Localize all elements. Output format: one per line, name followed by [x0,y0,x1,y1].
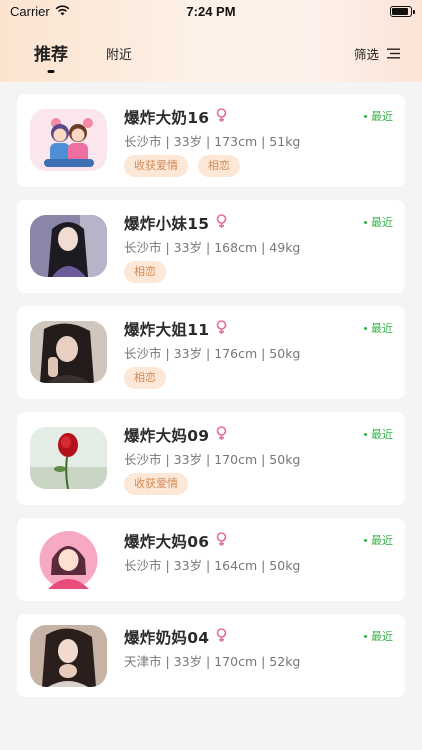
tab-bar: 推荐 附近 [34,40,132,73]
female-icon [215,627,228,647]
avatar [30,109,107,171]
tag-list: 相恋 [124,367,300,389]
woman-photo-icon [30,625,107,687]
status-bar: Carrier 7:24 PM [0,0,422,22]
online-status: 最近 [364,108,393,124]
user-name: 爆炸奶妈04 [124,629,210,647]
filter-button[interactable]: 筛选 [354,44,400,63]
user-details: 天津市 | 33岁 | 170cm | 52kg [124,654,301,669]
tag-list: 收获爱情 相恋 [124,155,300,177]
user-details: 长沙市 | 33岁 | 168cm | 49kg [124,240,301,255]
couple-illustration-icon [30,109,107,171]
female-icon [215,107,228,127]
tag: 收获爱情 [124,473,188,495]
status-time: 7:24 PM [186,3,236,19]
filter-label: 筛选 [353,48,379,62]
avatar [30,427,107,489]
tag: 收获爱情 [124,155,188,177]
user-details: 长沙市 | 33岁 | 173cm | 51kg [124,134,301,149]
online-status: 最近 [364,532,393,548]
user-name: 爆炸大姐11 [124,321,210,339]
tag: 相恋 [198,155,240,177]
status-dot-icon [364,538,367,542]
wifi-icon [55,4,70,19]
tab-recommended[interactable]: 推荐 [34,40,68,73]
user-card[interactable]: 爆炸大妈06 长沙市 | 33岁 | 164cm | 50kg 最近 [17,518,405,601]
user-name: 爆炸大妈06 [124,533,210,551]
menu-lines-icon [387,44,400,63]
woman-photo-icon [30,321,107,383]
female-icon [215,213,228,233]
status-dot-icon [364,220,367,224]
tag-list: 收获爱情 [124,473,300,495]
online-status: 最近 [364,628,393,644]
female-icon [215,425,228,445]
female-icon [215,319,228,339]
tag: 相恋 [124,367,166,389]
carrier-label: Carrier [10,3,50,19]
status-dot-icon [364,634,367,638]
user-card[interactable]: 爆炸奶妈04 天津市 | 33岁 | 170cm | 52kg 最近 [17,614,405,697]
online-status: 最近 [364,426,393,442]
online-status: 最近 [364,214,393,230]
red-rose-icon [30,427,107,489]
user-card[interactable]: 爆炸大姐11 长沙市 | 33岁 | 176cm | 50kg 相恋 最近 [17,306,405,399]
tab-nearby[interactable]: 附近 [106,44,132,65]
default-female-avatar-icon [30,529,107,591]
female-icon [215,531,228,551]
avatar [30,215,107,277]
status-dot-icon [364,432,367,436]
user-details: 长沙市 | 33岁 | 176cm | 50kg [124,346,301,361]
status-dot-icon [364,114,367,118]
online-status: 最近 [364,320,393,336]
header: Carrier 7:24 PM 推荐 附近 筛选 [0,0,422,82]
user-card[interactable]: 爆炸小妹15 长沙市 | 33岁 | 168cm | 49kg 相恋 最近 [17,200,405,293]
tag-list: 相恋 [124,261,300,283]
woman-photo-icon [30,215,107,277]
status-dot-icon [364,326,367,330]
avatar [30,625,107,687]
user-name: 爆炸大奶16 [124,109,210,127]
user-name: 爆炸大妈09 [124,427,210,445]
user-card[interactable]: 爆炸大奶16 长沙市 | 33岁 | 173cm | 51kg 收获爱情 相恋 … [17,94,405,187]
user-name: 爆炸小妹15 [124,215,210,233]
user-details: 长沙市 | 33岁 | 170cm | 50kg [124,452,301,467]
battery-icon [390,5,415,17]
avatar [30,529,107,591]
avatar [30,321,107,383]
active-tab-indicator [47,70,55,73]
tag: 相恋 [124,261,166,283]
user-details: 长沙市 | 33岁 | 164cm | 50kg [124,558,301,573]
user-card[interactable]: 爆炸大妈09 长沙市 | 33岁 | 170cm | 50kg 收获爱情 最近 [17,412,405,505]
